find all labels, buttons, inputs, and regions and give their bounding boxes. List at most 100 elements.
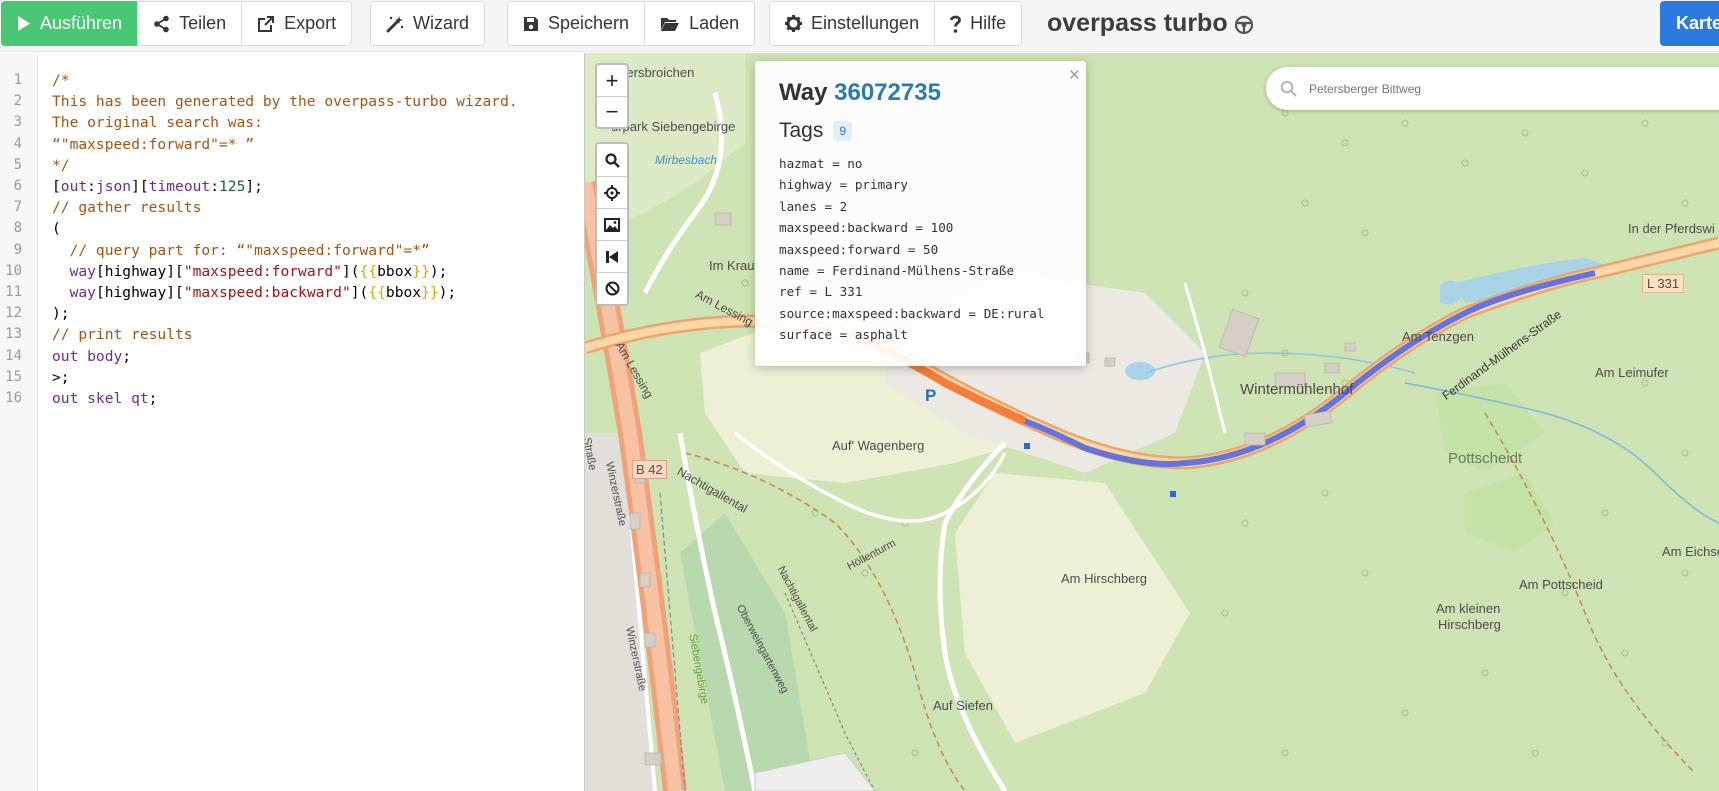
run-share-export-group: Ausführen Teilen Export — [1, 1, 353, 46]
code-token: ]( — [341, 262, 360, 280]
map-group: Karte — [1660, 1, 1719, 46]
map-label-mirbesbach: Mirbesbach — [655, 153, 718, 167]
line-number: 12 — [5, 305, 22, 322]
image-icon — [604, 217, 620, 232]
app-title: overpass turbo — [1047, 9, 1254, 38]
code-line: [out:json][timeout:125]; — [52, 178, 263, 195]
code-token: */ — [52, 156, 70, 174]
tag-count-badge: 9 — [833, 121, 853, 141]
toggle-data-overlay-button[interactable] — [597, 208, 627, 240]
locate-me-button[interactable] — [597, 176, 627, 208]
code-token: ); — [438, 284, 457, 301]
play-icon — [18, 16, 30, 31]
clear-data-button[interactable] — [597, 272, 627, 304]
toolbar: Ausführen Teilen Export Wizard Speichern… — [0, 0, 1719, 52]
map-label-auf-siefen: Auf Siefen — [933, 698, 993, 713]
map-label-hirschberg: Hirschberg — [1438, 617, 1501, 632]
save-button[interactable]: Speichern — [507, 1, 646, 46]
code-line: “"maxspeed:forward"=* ” — [52, 136, 254, 153]
code-line: The original search was: — [52, 114, 263, 131]
load-button[interactable]: Laden — [644, 1, 756, 46]
settings-help-group: Einstellungen Hilfe — [769, 1, 1023, 46]
code-token: out body — [52, 347, 123, 365]
zoom-to-data-button[interactable] — [597, 144, 627, 176]
zoom-in-button[interactable]: + — [597, 65, 627, 96]
popup-feature-type: Way — [779, 79, 828, 106]
map-label-am-hirschberg: Am Hirschberg — [1061, 571, 1147, 586]
line-number: 1 — [13, 72, 22, 88]
map-label-wintermuehlenhof: Wintermühlenhof — [1240, 381, 1354, 398]
line-number: 5 — [13, 156, 22, 173]
code-token: {{ — [368, 284, 386, 301]
map-label-in-der-pferdswiese: In der Pferdswi — [1628, 221, 1715, 236]
line-number: 7 — [13, 199, 22, 216]
code-editor[interactable]: 1 2 3 4 5 6 7 8 9 10 11 12 13 14 15 16 /* This has been … — [0, 53, 585, 791]
code-token: 125 — [219, 178, 246, 195]
wizard-button-label: Wizard — [413, 13, 470, 33]
code-token: ]; — [245, 178, 263, 195]
line-number: 4 — [13, 135, 22, 152]
settings-button[interactable]: Einstellungen — [769, 1, 936, 46]
popup-tags-header: Tags 9 — [779, 119, 1062, 143]
code-line: */ — [52, 157, 70, 174]
code-token: ( — [52, 220, 61, 238]
magnifier-icon — [604, 152, 620, 168]
code-token: ); — [52, 305, 70, 323]
tag-item: lanes = 2 — [779, 198, 848, 214]
zoom-out-button[interactable]: − — [597, 96, 627, 127]
map-label-kurpark: urpark Siebengebirge — [611, 119, 736, 134]
gear-icon — [785, 15, 802, 32]
tag-item: hazmat = no — [779, 156, 863, 171]
code-token: ; — [122, 347, 132, 365]
question-mark-icon — [950, 15, 961, 33]
tag-item: maxspeed:backward = 100 — [779, 220, 954, 236]
help-button[interactable]: Hilfe — [934, 1, 1023, 46]
tag-item: highway = primary — [779, 177, 908, 193]
code-token: [highway][ — [95, 262, 184, 280]
line-number: 9 — [13, 241, 22, 258]
line-number: 13 — [5, 326, 22, 343]
parking-icon: P — [925, 386, 937, 405]
map-search-box[interactable] — [1266, 67, 1719, 110]
map-label-pottscheidt: Pottscheidt — [1448, 450, 1523, 467]
code-token: "maxspeed:backward" — [183, 284, 351, 301]
popup-tags-label: Tags — [779, 119, 824, 142]
crosshair-icon — [604, 184, 620, 201]
floppy-disk-icon — [524, 16, 538, 31]
code-token: : — [210, 178, 219, 195]
feature-popup: × Way 36072735 Tags 9 hazmat = no highwa… — [755, 61, 1086, 366]
map-button[interactable]: Karte — [1660, 1, 1719, 46]
run-button[interactable]: Ausführen — [1, 1, 139, 46]
code-token: way — [69, 284, 96, 301]
b42-shield: B 42 — [632, 460, 667, 479]
code-token: }} — [412, 262, 430, 280]
code-line: This has been generated by the overpass-… — [52, 93, 518, 110]
line-number: 10 — [5, 262, 22, 279]
code-line: ); — [52, 305, 70, 322]
map-view[interactable]: wersbroichen urpark Siebengebirge Mirbes… — [585, 53, 1719, 791]
code-token: bbox — [377, 262, 413, 280]
code-token: // query part for: “"maxspeed:forward"=*… — [52, 241, 430, 259]
code-line: // gather results — [52, 199, 201, 216]
popup-close-button[interactable]: × — [1069, 65, 1080, 87]
code-line: >; — [52, 369, 70, 386]
fullscreen-map-button[interactable] — [597, 240, 627, 272]
wizard-button[interactable]: Wizard — [370, 1, 486, 46]
code-token: ; — [148, 390, 158, 407]
run-button-label: Ausführen — [40, 13, 123, 33]
line-number: 3 — [13, 114, 22, 131]
popup-feature-id-link[interactable]: 36072735 — [834, 79, 941, 106]
code-line: out skel qt; — [52, 390, 157, 407]
line-number: 14 — [5, 347, 22, 364]
code-token: "maxspeed:forward" — [183, 262, 342, 280]
code-token: : — [87, 178, 96, 195]
save-button-label: Speichern — [548, 13, 630, 33]
export-button[interactable]: Export — [241, 1, 353, 46]
folder-open-icon — [661, 17, 680, 31]
step-backward-icon — [606, 250, 618, 263]
map-label-am-eichse: Am Eichse — [1662, 544, 1719, 559]
map-search-input[interactable] — [1309, 81, 1669, 96]
share-button[interactable]: Teilen — [137, 1, 243, 46]
